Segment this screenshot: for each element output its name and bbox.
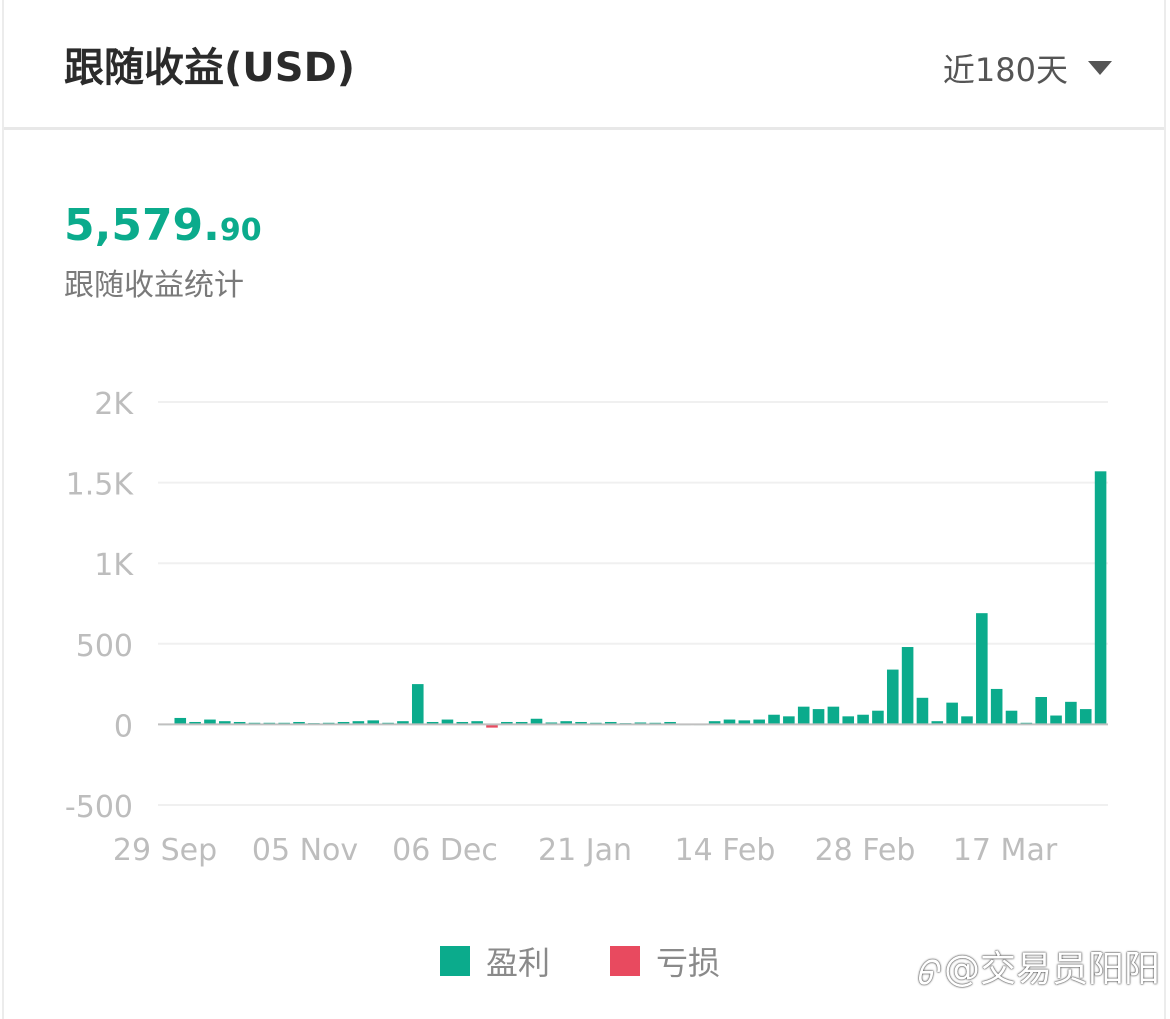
bar [797,706,810,725]
bar [872,710,884,725]
bar [812,709,825,725]
bar [411,684,424,725]
bar [1035,697,1047,725]
bar [916,697,929,725]
watermark-text: @交易员阳阳 [943,949,1160,990]
bar [842,716,855,725]
y-tick-label: 1K [94,548,134,583]
bar [990,688,1003,725]
x-tick-label: 14 Feb [675,833,776,868]
watermark: ᠪ @交易员阳阳 [915,936,1160,996]
bar [768,714,780,725]
x-tick-label: 28 Feb [815,833,916,868]
watermark-logo-icon: ᠪ [914,955,938,995]
y-tick-label: 1.5K [66,468,135,503]
bar [1065,701,1077,725]
y-tick-label: -500 [65,790,133,825]
x-tick-label: 06 Dec [392,833,498,868]
legend-swatch-loss [610,946,641,976]
profit-bar-chart: 2K 1.5K 1K 500 0 -500 29 Sep 05 Nov 06 Dec 21 Jan… [65,387,1108,868]
y-tick-label: 500 [76,629,133,664]
x-tick-label: 29 Sep [113,833,217,868]
bar [1094,471,1107,725]
x-tick-label: 17 Mar [953,833,1058,868]
bar [857,714,869,725]
y-tick-label: 2K [94,387,134,422]
legend-label-loss: 亏损 [656,944,721,982]
bar [946,702,958,725]
bar [1005,710,1018,725]
bar [961,716,973,725]
y-tick-label: 0 [114,709,133,744]
bar [783,716,795,725]
bar [1050,715,1062,725]
x-tick-label: 21 Jan [538,833,632,868]
bar [1079,709,1092,725]
bar [976,613,988,725]
bar [827,706,840,725]
bar [901,647,914,725]
legend-swatch-profit [440,946,470,976]
chart-legend: 盈利 亏损 [440,938,780,984]
legend-item-profit[interactable]: 盈利 [440,938,550,984]
x-tick-label: 05 Nov [252,833,358,868]
legend-label-profit: 盈利 [486,944,551,982]
bar [886,669,899,725]
legend-item-loss[interactable]: 亏损 [610,938,720,984]
